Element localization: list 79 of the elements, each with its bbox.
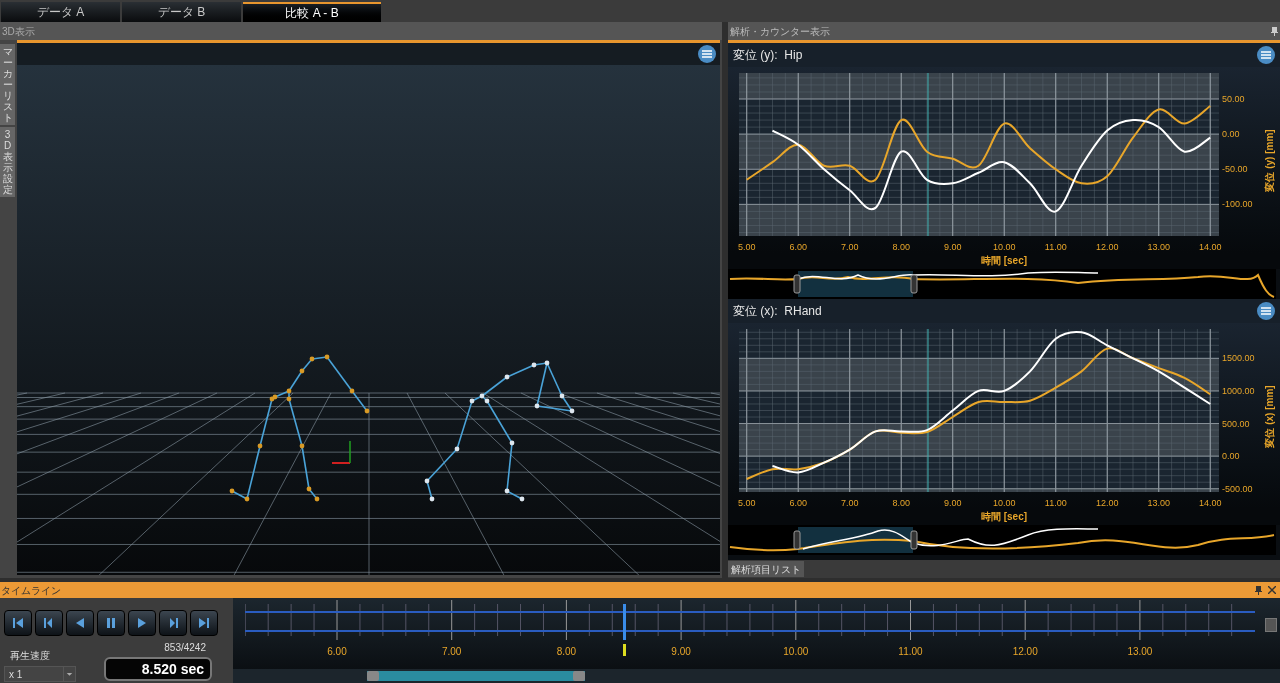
- playback-button[interactable]: [4, 610, 32, 636]
- playback-button[interactable]: [190, 610, 218, 636]
- x-tick-label: 6.00: [789, 242, 807, 252]
- playback-button[interactable]: [66, 610, 94, 636]
- x-tick-label: 12.00: [1095, 498, 1119, 508]
- y-tick-label: 1500.00: [1222, 353, 1255, 364]
- x-tick-label: 5.00: [737, 498, 756, 508]
- list-button[interactable]: [698, 45, 716, 63]
- y-tick-label: -500.00: [1222, 483, 1253, 494]
- y-tick-label: -100.00: [1222, 199, 1253, 210]
- x-tick-label: 5.00: [737, 242, 756, 252]
- time-tick-label: 6.00: [327, 645, 347, 659]
- list-icon: [702, 50, 712, 58]
- time-display: 8.520 sec: [104, 657, 212, 681]
- playhead-marker: [622, 644, 626, 656]
- list-button[interactable]: [1257, 46, 1275, 64]
- side-tab[interactable]: 3D表示設定: [0, 127, 15, 197]
- panel-title: 解析・カウンター表示: [730, 24, 830, 39]
- y-tick-label: 1000.00: [1222, 385, 1255, 396]
- playback-button[interactable]: [159, 610, 187, 636]
- x-tick-label: 9.00: [943, 242, 962, 252]
- x-axis-title: 時間 [sec]: [980, 510, 1028, 524]
- x-tick-label: 9.00: [943, 498, 962, 508]
- time-tick-label: 12.00: [1012, 645, 1038, 659]
- y-tick-label: 500.00: [1222, 418, 1250, 429]
- x-tick-label: 12.00: [1095, 242, 1119, 252]
- y-tick-label: -50.00: [1222, 164, 1248, 175]
- x-tick-label: 11.00: [1044, 242, 1067, 252]
- y-tick-label: 50.00: [1222, 94, 1245, 104]
- playback-button[interactable]: [97, 610, 125, 636]
- scrollbar-thumb[interactable]: [1265, 618, 1277, 632]
- y-tick-label: 0.00: [1222, 129, 1240, 140]
- x-tick-label: 14.00: [1199, 498, 1222, 508]
- tab[interactable]: データ A: [1, 2, 120, 22]
- pin-icon: [1255, 585, 1262, 595]
- x-tick-label: 7.00: [840, 498, 859, 508]
- panel-title: 3D表示: [2, 24, 35, 39]
- x-tick-label: 10.00: [992, 498, 1016, 508]
- list-icon: [1261, 307, 1271, 315]
- x-tick-label: 13.00: [1147, 242, 1170, 252]
- bottom-tab[interactable]: 解析項目リスト: [728, 561, 804, 577]
- speed-dropdown[interactable]: x 1: [4, 666, 76, 682]
- frame-counter: 853/4242: [164, 641, 207, 655]
- y-axis-title: 変位 (x) [mm]: [1262, 384, 1276, 448]
- side-tab[interactable]: マーカーリスト: [0, 44, 15, 125]
- scrollbar-thumb[interactable]: [367, 671, 585, 681]
- x-tick-label: 6.00: [789, 498, 807, 508]
- x-tick-label: 10.00: [992, 242, 1016, 252]
- pin-icon: [1271, 26, 1278, 36]
- skip-start-icon: [10, 615, 26, 631]
- y-tick-label: 0.00: [1222, 451, 1240, 462]
- playback-button[interactable]: [35, 610, 63, 636]
- time-tick-label: 7.00: [441, 645, 462, 659]
- chart-title: 変位 (y): Hip: [733, 47, 803, 64]
- time-tick-label: 10.00: [783, 645, 809, 659]
- chart-title: 変位 (x): RHand: [733, 303, 822, 320]
- x-tick-label: 13.00: [1147, 498, 1170, 508]
- x-axis-title: 時間 [sec]: [980, 254, 1028, 268]
- tab[interactable]: 比較 A - B: [243, 2, 381, 22]
- x-tick-label: 8.00: [892, 498, 910, 508]
- horizontal-scrollbar[interactable]: [233, 669, 1280, 683]
- y-axis-title: 変位 (y) [mm]: [1262, 128, 1276, 192]
- list-button[interactable]: [1257, 302, 1275, 320]
- skip-end-icon: [196, 615, 212, 631]
- x-tick-label: 14.00: [1199, 242, 1222, 252]
- close-icon[interactable]: [1268, 586, 1276, 594]
- panel-title: タイムライン: [1, 583, 61, 598]
- playback-button[interactable]: [128, 610, 156, 636]
- caret-icon: [63, 667, 75, 681]
- time-tick-label: 13.00: [1127, 645, 1153, 659]
- time-tick-label: 8.00: [556, 645, 577, 659]
- list-icon: [1261, 51, 1271, 59]
- tab[interactable]: データ B: [122, 2, 241, 22]
- x-tick-label: 8.00: [892, 242, 910, 252]
- time-tick-label: 9.00: [671, 645, 691, 659]
- time-tick-label: 11.00: [898, 645, 923, 659]
- x-tick-label: 11.00: [1044, 498, 1067, 508]
- speed-label: 再生速度: [9, 649, 51, 663]
- x-tick-label: 7.00: [840, 242, 859, 252]
